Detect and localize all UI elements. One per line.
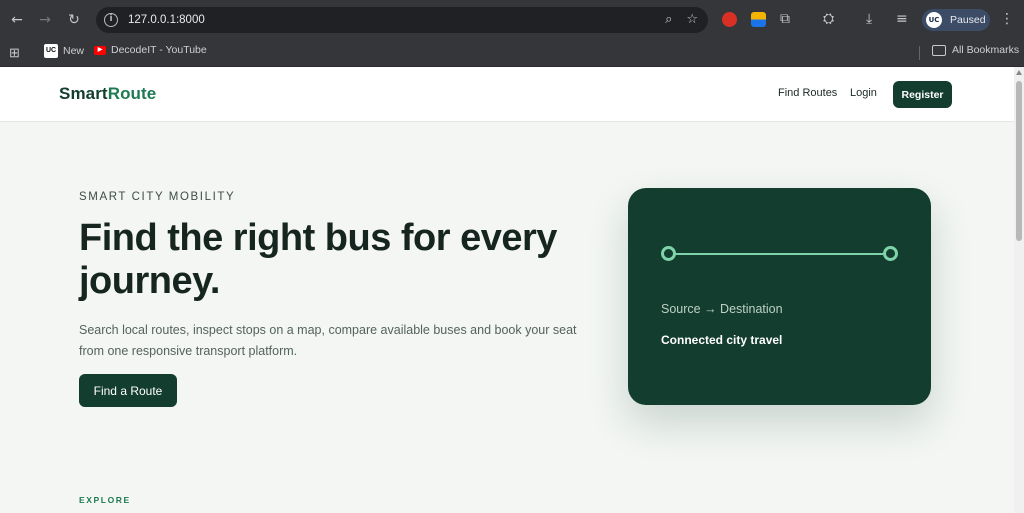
bookmark-new[interactable]: UC New: [44, 44, 84, 58]
star-icon[interactable]: ☆: [686, 12, 698, 27]
download-icon[interactable]: ⤓: [866, 11, 872, 27]
folder-icon: [932, 44, 946, 56]
bookmark-favicon-icon: UC: [44, 44, 58, 58]
route-start-dot: [661, 246, 676, 261]
route-card: Source → Destination Connected city trav…: [628, 188, 931, 405]
profile-status: Paused: [950, 14, 986, 26]
route-line: [668, 253, 892, 255]
hero-eyebrow: SMART CITY MOBILITY: [79, 191, 236, 203]
bookmark-label: DecodeIT - YouTube: [111, 44, 207, 56]
profile-button[interactable]: UC Paused: [922, 9, 990, 31]
info-icon[interactable]: i: [104, 13, 118, 27]
avatar: UC: [926, 12, 942, 28]
back-arrow-icon[interactable]: ←: [3, 6, 31, 34]
register-button[interactable]: Register: [893, 81, 952, 108]
extension-calendar-icon[interactable]: [751, 12, 766, 27]
bookmark-separator: [919, 46, 920, 60]
browser-toolbar: ← → ↻ i 127.0.0.1:8000 ⌕ ☆ ⧉ ⛭ ⤓ ≡ UC Pa…: [0, 0, 1024, 40]
logo-primary: Smart: [59, 84, 108, 103]
address-url[interactable]: 127.0.0.1:8000: [128, 14, 205, 26]
hero-title: Find the right bus for every journey.: [79, 217, 557, 302]
explore-label: EXPLORE: [79, 495, 131, 505]
scroll-thumb[interactable]: [1016, 81, 1022, 241]
card-heading: Connected city travel: [661, 333, 783, 347]
site-logo[interactable]: SmartRoute: [59, 84, 156, 104]
scroll-up-arrow-icon[interactable]: [1016, 70, 1022, 75]
route-end-dot: [883, 246, 898, 261]
hero-description: Search local routes, inspect stops on a …: [79, 323, 577, 358]
all-bookmarks[interactable]: All Bookmarks: [932, 44, 1019, 56]
reload-icon[interactable]: ↻: [60, 6, 88, 34]
nav-find-routes[interactable]: Find Routes: [778, 87, 837, 99]
nav-login[interactable]: Login: [850, 87, 877, 99]
apps-grid-icon[interactable]: ⊞: [9, 45, 20, 61]
extension-red-icon[interactable]: [722, 12, 737, 27]
menu-icon[interactable]: ⋮: [1000, 11, 1014, 27]
bookmarks-bar: ⊞ UC New ▶ DecodeIT - YouTube All Bookma…: [0, 40, 1024, 67]
youtube-icon: ▶: [94, 45, 106, 55]
bookmark-youtube[interactable]: ▶ DecodeIT - YouTube: [94, 44, 207, 56]
site-header: SmartRoute Find Routes Login Register: [0, 67, 1014, 122]
scrollbar[interactable]: [1014, 67, 1024, 513]
incognito-icon[interactable]: ⛭: [823, 11, 834, 27]
card-subtitle: Source → Destination: [661, 302, 783, 316]
reading-list-icon[interactable]: ≡: [896, 11, 908, 27]
zoom-icon[interactable]: ⌕: [665, 12, 672, 27]
all-bookmarks-label: All Bookmarks: [952, 44, 1020, 56]
forward-arrow-icon[interactable]: →: [31, 6, 59, 34]
extensions-icon[interactable]: ⧉: [780, 11, 790, 27]
address-bar[interactable]: i 127.0.0.1:8000 ⌕ ☆: [96, 7, 708, 33]
logo-accent: Route: [107, 84, 157, 103]
page-viewport: SmartRoute Find Routes Login Register SM…: [0, 67, 1014, 513]
find-route-button[interactable]: Find a Route: [79, 374, 177, 407]
bookmark-label: New: [63, 45, 85, 57]
